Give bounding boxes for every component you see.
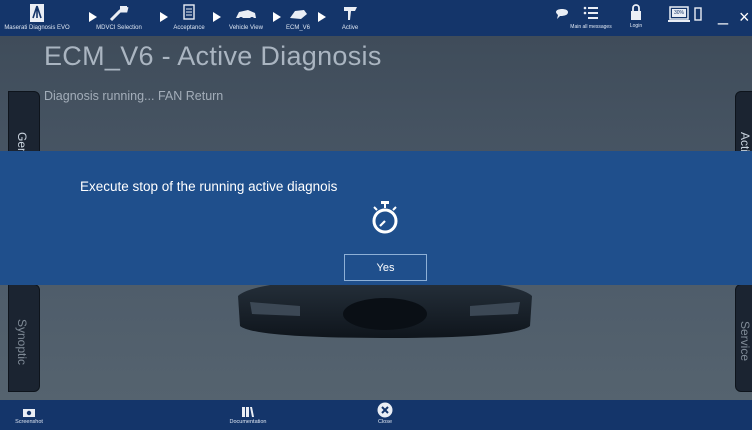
breadcrumb-arrow-icon [318,12,326,22]
documentation-label: Documentation [229,419,267,425]
battery-percent: 30% [673,10,684,16]
login-button[interactable]: Login [626,3,646,35]
dialog-message: Execute stop of the running active diagn… [80,179,338,194]
books-icon [242,407,254,417]
breadcrumb-ecm-v6[interactable]: ECM_V6 [280,3,316,35]
breadcrumb-active[interactable]: Active [340,3,360,35]
tab-synoptic[interactable]: Synoptic [8,284,40,392]
close-window-button[interactable]: × [739,8,750,26]
minimize-button[interactable]: _ [718,6,728,24]
list-icon [583,6,598,19]
breadcrumb-label: Acceptance [173,25,205,31]
tab-service-label: Service [738,321,752,362]
breadcrumb-arrow-icon [213,12,221,22]
breadcrumb-mdvci-selection[interactable]: MDVCI Selection [93,3,145,35]
tab-synoptic-label: Synoptic [15,319,29,366]
ecm-module-icon [290,10,307,19]
breadcrumb-maserati-diagnosis[interactable]: Maserati Diagnosis EVO [2,3,72,35]
diagnosis-status: Diagnosis running... FAN Return [44,89,224,103]
breadcrumb-label: Vehicle View [229,25,263,31]
document-icon [183,4,195,20]
active-diagnosis-icon [344,7,357,20]
maserati-logo-icon [30,4,44,22]
yes-button[interactable]: Yes [344,254,427,281]
messages-button[interactable]: Main all messages [560,3,622,35]
camera-icon [23,409,35,417]
device-status: 30% [668,3,708,35]
documentation-button[interactable]: Documentation [223,402,273,425]
vehicle-silhouette-image [238,278,532,338]
stop-diagnosis-dialog: Execute stop of the running active diagn… [0,151,752,285]
screenshot-label: Screenshot [15,419,43,425]
tab-service[interactable]: Service [735,284,752,392]
battery-gauge-icon [694,7,702,21]
stopwatch-icon [372,201,398,234]
close-circle-icon [377,402,393,418]
breadcrumb-label: ECM_V6 [285,25,310,31]
login-label: Login [629,23,643,29]
messages-label: Main all messages [570,24,612,30]
top-navigation-bar: Maserati Diagnosis EVO MDVCI Selection A… [0,0,752,36]
bottom-toolbar: Screenshot Documentation Close [0,400,752,430]
breadcrumb-label: Maserati Diagnosis EVO [4,25,70,31]
breadcrumb-arrow-icon [160,12,168,22]
lock-icon [631,4,641,20]
mdvci-device-icon [109,6,129,22]
breadcrumb-acceptance[interactable]: Acceptance [169,3,209,35]
breadcrumb-vehicle-view[interactable]: Vehicle View [223,3,269,35]
breadcrumb-label: Active [341,25,359,31]
close-label: Close [377,419,393,425]
close-button[interactable]: Close [372,402,398,425]
car-icon [236,10,256,21]
screenshot-button[interactable]: Screenshot [6,402,52,425]
breadcrumb-label: MDVCI Selection [96,25,142,31]
page-title: ECM_V6 - Active Diagnosis [44,41,382,71]
